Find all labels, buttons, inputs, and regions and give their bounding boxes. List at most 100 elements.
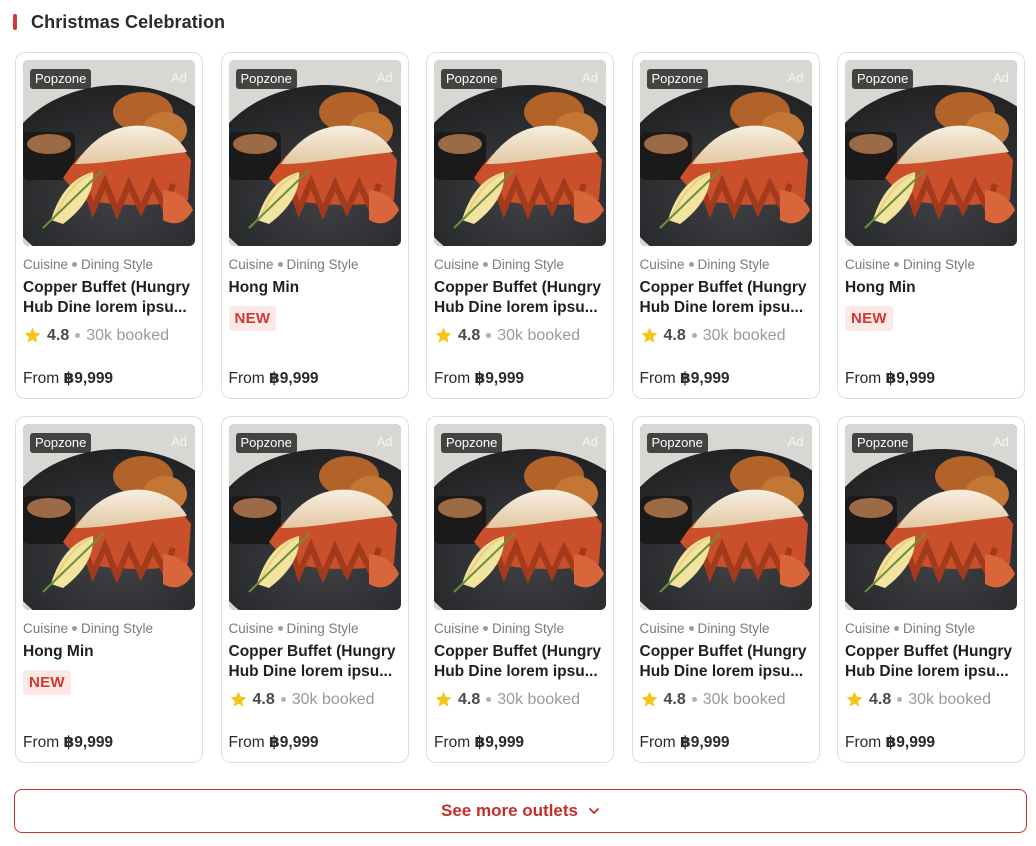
outlet-name-line: Hub Dine lorem ipsu... [23,299,187,316]
price-prefix: From [228,370,265,387]
outlet-card[interactable]: Popzone Ad Cuisine Dining Style Copper Bu… [426,52,614,399]
ad-label: Ad [582,70,598,85]
cuisine-label: Cuisine [23,621,69,636]
outlet-name[interactable]: Copper Buffet (Hungry Hub Dine lorem ips… [229,642,405,682]
cuisine-meta: Cuisine Dining Style [845,621,975,636]
brand-tag: Popzone [441,433,503,453]
section-title: Christmas Celebration [31,11,226,32]
rating-row: 4.8 30k booked [640,690,785,709]
section-accent-bar [13,14,17,30]
separator-dot-icon [280,697,286,702]
rating-row: 4.8 30k booked [229,690,374,709]
outlet-photo: Popzone Ad [845,424,1017,610]
ad-label: Ad [993,70,1009,85]
price-row: From ฿9,999 [845,369,935,388]
outlet-name[interactable]: Copper Buffet (Hungry Hub Dine lorem ips… [640,278,816,318]
price-prefix: From [845,734,882,751]
rating-row: 4.8 30k booked [640,326,786,345]
price-row: From ฿9,999 [640,369,730,388]
dining-style-label: Dining Style [697,621,770,636]
separator-dot-icon [894,625,900,631]
brand-tag: Popzone [646,69,708,89]
rating-row: 4.8 30k booked [434,690,580,709]
separator-dot-icon [691,333,697,338]
star-icon [846,691,863,707]
separator-dot-icon [894,261,900,267]
ad-label: Ad [582,434,598,449]
price-amount: ฿9,999 [679,734,730,751]
outlet-name[interactable]: Copper Buffet (Hungry Hub Dine lorem ips… [434,642,610,682]
price-row: From ฿9,999 [434,733,524,752]
separator-dot-icon [486,333,492,338]
star-icon [435,327,452,343]
cuisine-meta: Cuisine Dining Style [434,257,564,272]
cuisine-meta: Cuisine Dining Style [640,257,770,272]
chevron-down-icon [589,808,599,814]
price-prefix: From [23,734,60,751]
rating-score: 4.8 [663,690,686,708]
outlet-name-line: Copper Buffet (Hungry [845,643,1013,660]
outlet-name-line: Hong Min [23,643,94,660]
price-prefix: From [845,370,882,387]
star-icon [641,691,657,707]
outlet-name[interactable]: Copper Buffet (Hungry Hub Dine lorem ips… [23,278,199,318]
outlet-card[interactable]: Popzone Ad Cuisine Dining Style Copper Bu… [15,52,203,399]
rating-score: 4.8 [458,326,481,344]
separator-dot-icon [277,261,283,267]
brand-tag: Popzone [235,69,297,89]
outlet-name-line: Hub Dine lorem ipsu... [434,663,598,680]
outlet-name[interactable]: Copper Buffet (Hungry Hub Dine lorem ips… [640,642,816,682]
outlet-card[interactable]: Popzone Ad Cuisine Dining Style Hong Min … [837,52,1025,399]
outlet-name-line: Hub Dine lorem ipsu... [228,663,393,680]
rating-row: 4.8 30k booked [434,326,580,345]
price-prefix: From [639,734,676,751]
separator-dot-icon [688,625,694,631]
brand-tag: Popzone [441,69,503,89]
outlet-photo: Popzone Ad [228,60,401,246]
price-prefix: From [23,370,60,387]
cuisine-label: Cuisine [639,621,685,636]
ad-label: Ad [171,70,187,85]
booked-count: 30k booked [702,326,786,344]
brand-tag: Popzone [235,433,297,453]
ad-label: Ad [787,70,804,85]
price-amount: ฿9,999 [679,370,730,387]
separator-dot-icon [72,625,78,631]
outlet-name[interactable]: Copper Buffet (Hungry Hub Dine lorem ips… [434,278,610,318]
separator-dot-icon [897,697,903,702]
outlet-name[interactable]: Hong Min [845,278,1021,298]
outlet-card[interactable]: Popzone Ad Cuisine Dining Style Hong Min … [220,52,409,399]
star-icon [230,691,246,707]
outlet-card[interactable]: Popzone Ad Cuisine Dining Style Copper Bu… [220,416,409,763]
cuisine-label: Cuisine [228,257,274,272]
cuisine-meta: Cuisine Dining Style [434,621,564,636]
see-more-outlets-button[interactable]: See more outlets [14,789,1027,833]
outlet-card[interactable]: Popzone Ad Cuisine Dining Style Copper Bu… [837,416,1025,763]
outlet-photo: Popzone Ad [845,60,1017,246]
rating-score: 4.8 [869,690,892,708]
outlet-card[interactable]: Popzone Ad Cuisine Dining Style Hong Min … [15,416,203,763]
cuisine-label: Cuisine [434,621,480,636]
price-prefix: From [434,734,471,751]
outlet-name-line: Hub Dine lorem ipsu... [434,299,598,316]
see-more-label: See more outlets [441,801,578,820]
outlet-name[interactable]: Hong Min [229,278,405,298]
price-amount: ฿9,999 [885,734,936,751]
dining-style-label: Dining Style [81,257,154,272]
outlet-card[interactable]: Popzone Ad Cuisine Dining Style Copper Bu… [631,416,820,763]
price-row: From ฿9,999 [23,369,113,388]
price-amount: ฿9,999 [63,734,114,751]
outlet-card[interactable]: Popzone Ad Cuisine Dining Style Copper Bu… [631,52,820,399]
outlet-name[interactable]: Copper Buffet (Hungry Hub Dine lorem ips… [845,642,1021,682]
new-badge: NEW [845,306,893,331]
outlet-card[interactable]: Popzone Ad Cuisine Dining Style Copper Bu… [426,416,614,763]
star-icon [641,327,657,343]
outlet-photo: Popzone Ad [23,60,195,246]
brand-tag: Popzone [646,433,708,453]
price-row: From ฿9,999 [845,733,935,752]
dining-style-label: Dining Style [697,257,770,272]
dining-style-label: Dining Style [286,257,359,272]
star-icon [24,327,41,343]
outlet-name[interactable]: Hong Min [23,642,199,662]
ad-label: Ad [376,70,393,85]
